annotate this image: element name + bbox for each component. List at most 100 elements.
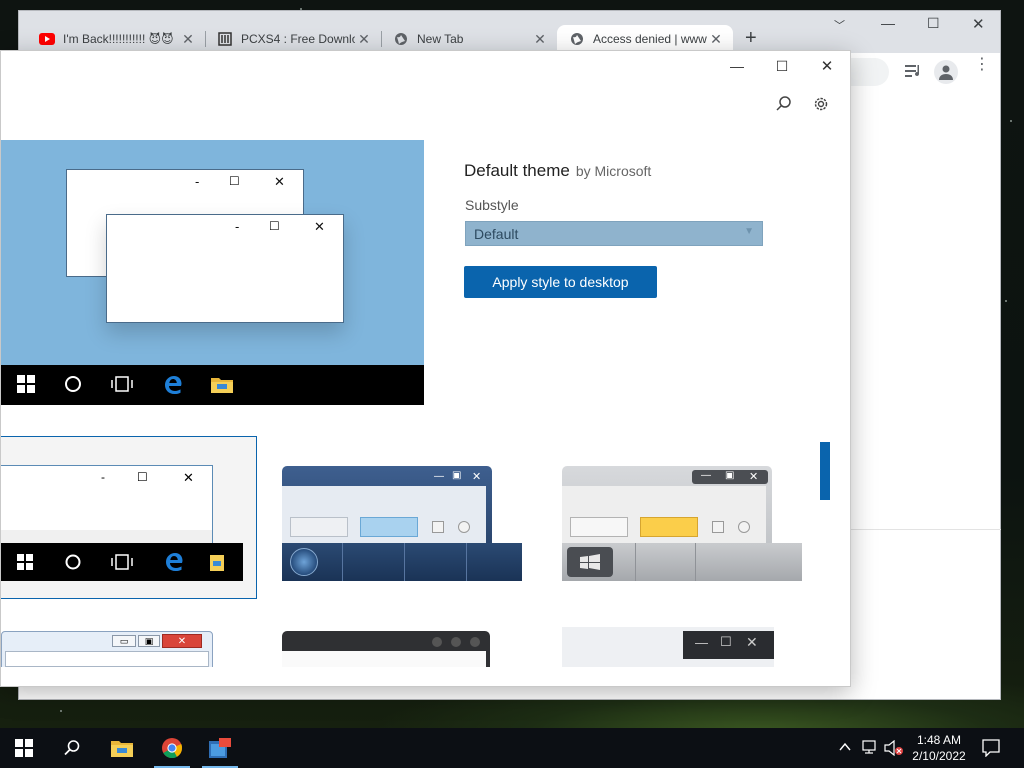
task-view-icon [111,375,133,395]
maximize-icon: ☐ [720,634,732,649]
edge-icon [163,375,183,395]
thumb-radio [738,521,750,533]
windows-start-icon [567,547,613,577]
thumb-window-body [282,486,486,546]
thumb-window-body [282,651,486,667]
browser-tab-active[interactable]: Access denied | www ✕ [557,25,733,53]
close-icon: ✕ [472,471,482,483]
minimize-icon[interactable]: — [722,55,752,77]
substyle-dropdown[interactable]: Default ▼ [465,221,763,246]
apply-style-button[interactable]: Apply style to desktop [464,266,657,298]
browser-tab[interactable]: I'm Back!!!!!!!!!!! 😈😈 ✕ [27,25,205,53]
tab-search-icon[interactable]: ﹀ [834,17,845,33]
file-explorer-icon[interactable] [98,728,146,768]
close-icon: ✕ [183,470,194,485]
thumb-taskbar [562,543,802,581]
theme-name: Default theme [464,161,570,180]
theme-thumbnail-light[interactable]: — ☐ ✕ [562,627,774,667]
minimize-icon: — [695,635,708,650]
close-window-icon[interactable]: ✕ [972,15,985,33]
close-tab-icon[interactable]: ✕ [707,31,725,48]
minimize-icon: - [195,174,200,189]
theme-thumbnail-selected[interactable]: - ☐ ✕ [1,436,257,599]
page-divider [851,529,1001,530]
minimize-icon: - [235,219,240,234]
search-icon[interactable] [48,728,96,768]
maximize-icon: ☐ [269,219,280,233]
browser-tab[interactable]: New Tab ✕ [381,25,557,53]
network-icon[interactable] [862,740,880,761]
minimize-icon: - [101,470,105,484]
close-icon: ✕ [162,634,202,648]
thumb-radio [458,521,470,533]
profile-icon[interactable] [934,60,958,84]
theme-app-icon[interactable] [196,728,244,768]
close-tab-icon[interactable]: ✕ [355,31,373,48]
thumb-button-default [360,517,418,537]
minimize-icon [432,637,442,647]
scrollbar-thumb[interactable] [820,442,830,500]
thumb-taskbar [1,543,243,581]
youtube-icon [39,31,55,47]
gear-icon[interactable] [812,95,830,118]
chrome-icon[interactable] [148,728,196,768]
theme-thumbnail-dark[interactable] [282,627,490,667]
thumb-button [570,517,628,537]
thumb-window-body [562,486,766,546]
globe-icon [569,31,585,47]
file-explorer-icon [210,553,224,576]
chrome-menu-icon[interactable]: ⋮ [974,57,990,73]
close-icon: ✕ [314,219,325,234]
minimize-icon[interactable]: — [881,15,895,31]
tab-title: PCXS4 : Free Download [241,32,355,46]
theme-app-window: — ☐ ✕ - ☐ ✕ - ☐ ✕ Default theme by Micro… [0,50,851,687]
windows-start-icon[interactable] [0,728,48,768]
thumb-checkbox [432,521,444,533]
edge-icon [164,552,184,577]
windows-start-icon [17,375,37,395]
file-explorer-icon [211,375,233,395]
pcxs4-favicon-icon [217,31,233,47]
thumb-checkbox [712,521,724,533]
maximize-icon[interactable]: ☐ [767,55,797,77]
windows-start-icon [17,554,33,575]
theme-thumbnail-xp-classic[interactable]: ▭ ▣ ✕ [1,627,214,667]
cortana-icon [65,554,81,575]
browser-tab[interactable]: PCXS4 : Free Download ✕ [205,25,381,53]
close-tab-icon[interactable]: ✕ [531,31,549,48]
thumb-taskbar-divider [635,543,636,581]
close-tab-icon[interactable]: ✕ [179,31,197,48]
thumb-taskbar-divider [342,543,343,581]
theme-thumbnail-aero-blue[interactable]: — ▣ ✕ [282,451,522,581]
volume-muted-icon[interactable] [884,739,904,761]
minimize-icon: — [701,470,711,481]
preview-window-front: - ☐ ✕ [106,214,344,323]
maximize-icon: ▣ [452,470,462,481]
thumb-button-default [640,517,698,537]
theme-preview: - ☐ ✕ - ☐ ✕ [1,140,424,405]
maximize-icon: ▣ [138,635,160,647]
maximize-icon [451,637,461,647]
clock-time: 1:48 AM [916,733,962,747]
theme-author: by Microsoft [575,163,652,179]
maximize-icon: ▣ [725,470,735,481]
new-tab-button[interactable]: + [745,27,757,50]
minimize-icon: — [434,471,444,482]
maximize-icon: ☐ [137,470,148,484]
task-view-icon [111,554,133,575]
substyle-value: Default [474,226,519,242]
substyle-label: Substyle [465,197,519,213]
maximize-icon[interactable]: ☐ [927,15,940,32]
chevron-up-icon[interactable] [838,740,852,759]
close-icon: ✕ [749,471,759,483]
theme-thumbnail-aero-silver[interactable]: — ▣ ✕ [562,451,802,581]
thumb-taskbar [282,543,522,581]
notification-center-icon[interactable] [982,739,1000,762]
clock-date: 2/10/2022 [912,749,966,763]
close-window-icon[interactable]: ✕ [812,55,842,77]
close-icon: ✕ [274,174,285,189]
taskbar-clock[interactable]: 1:48 AM 2/10/2022 [906,732,972,764]
media-control-icon[interactable] [905,63,923,84]
search-icon[interactable] [775,95,793,118]
close-icon: ✕ [746,634,758,650]
